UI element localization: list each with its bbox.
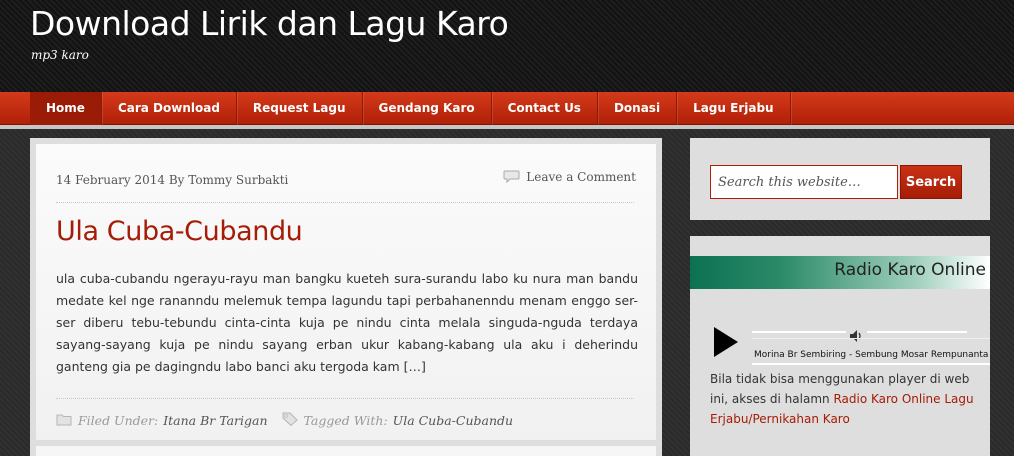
nav-item-home[interactable]: Home <box>30 92 102 125</box>
track-name: Morina Br Sembiring - Sembung Mosar Remp… <box>754 350 989 360</box>
radio-description: Bila tidak bisa menggunakan player di we… <box>710 369 978 429</box>
track-underline <box>752 363 990 365</box>
radio-widget-header: Radio Karo Online <box>690 256 990 289</box>
volume-track-left <box>752 331 846 333</box>
comments-link[interactable]: Leave a Comment <box>503 170 636 184</box>
footer-divider <box>56 398 634 399</box>
category-link[interactable]: Itana Br Tarigan <box>163 413 267 428</box>
filed-under-label: Filed Under: <box>78 413 159 428</box>
folder-icon <box>56 413 72 429</box>
post-meta: 14 February 2014 By Tommy Surbakti <box>56 173 289 187</box>
site-title[interactable]: Download Lirik dan Lagu Karo <box>30 4 509 43</box>
next-post-entry <box>36 446 656 456</box>
radio-widget: Radio Karo Online Morina Br Sembiring - … <box>690 236 990 456</box>
audio-player: Morina Br Sembiring - Sembung Mosar Remp… <box>712 326 990 366</box>
nav-item-contact-us[interactable]: Contact Us <box>492 92 598 125</box>
post-entry: 14 February 2014 By Tommy Surbakti Leave… <box>36 144 656 440</box>
nav-item-lagu-erjabu[interactable]: Lagu Erjabu <box>677 92 791 125</box>
main-navigation: Home Cara Download Request Lagu Gendang … <box>0 92 1014 125</box>
comments-link-label[interactable]: Leave a Comment <box>526 170 636 184</box>
play-icon[interactable] <box>712 326 740 362</box>
nav-item-gendang-karo[interactable]: Gendang Karo <box>363 92 492 125</box>
track-progress-bar[interactable] <box>752 338 990 350</box>
search-widget: Search <box>690 138 990 220</box>
tagged-with-label: Tagged With: <box>303 413 388 428</box>
post-excerpt: ula cuba-cubandu ngerayu-rayu man bangku… <box>56 271 638 374</box>
tag-link[interactable]: Ula Cuba-Cubandu <box>393 413 513 428</box>
nav-item-request-lagu[interactable]: Request Lagu <box>237 92 363 125</box>
nav-divider <box>0 125 1014 129</box>
search-button[interactable]: Search <box>900 165 962 199</box>
site-header: Download Lirik dan Lagu Karo mp3 karo <box>0 0 1014 92</box>
post-footer: Filed Under: Itana Br Tarigan Tagged Wit… <box>56 412 513 429</box>
nav-item-cara-download[interactable]: Cara Download <box>102 92 237 125</box>
meta-divider <box>56 202 634 203</box>
site-description: mp3 karo <box>31 48 89 62</box>
radio-widget-title: Radio Karo Online <box>834 260 986 280</box>
search-input[interactable] <box>710 165 898 199</box>
nav-item-donasi[interactable]: Donasi <box>598 92 678 125</box>
tag-icon <box>282 412 298 429</box>
post-title[interactable]: Ula Cuba-Cubandu <box>56 216 303 247</box>
volume-track-right <box>867 331 967 333</box>
comment-bubble-icon <box>503 170 520 184</box>
content-area: 14 February 2014 By Tommy Surbakti Leave… <box>30 138 662 456</box>
